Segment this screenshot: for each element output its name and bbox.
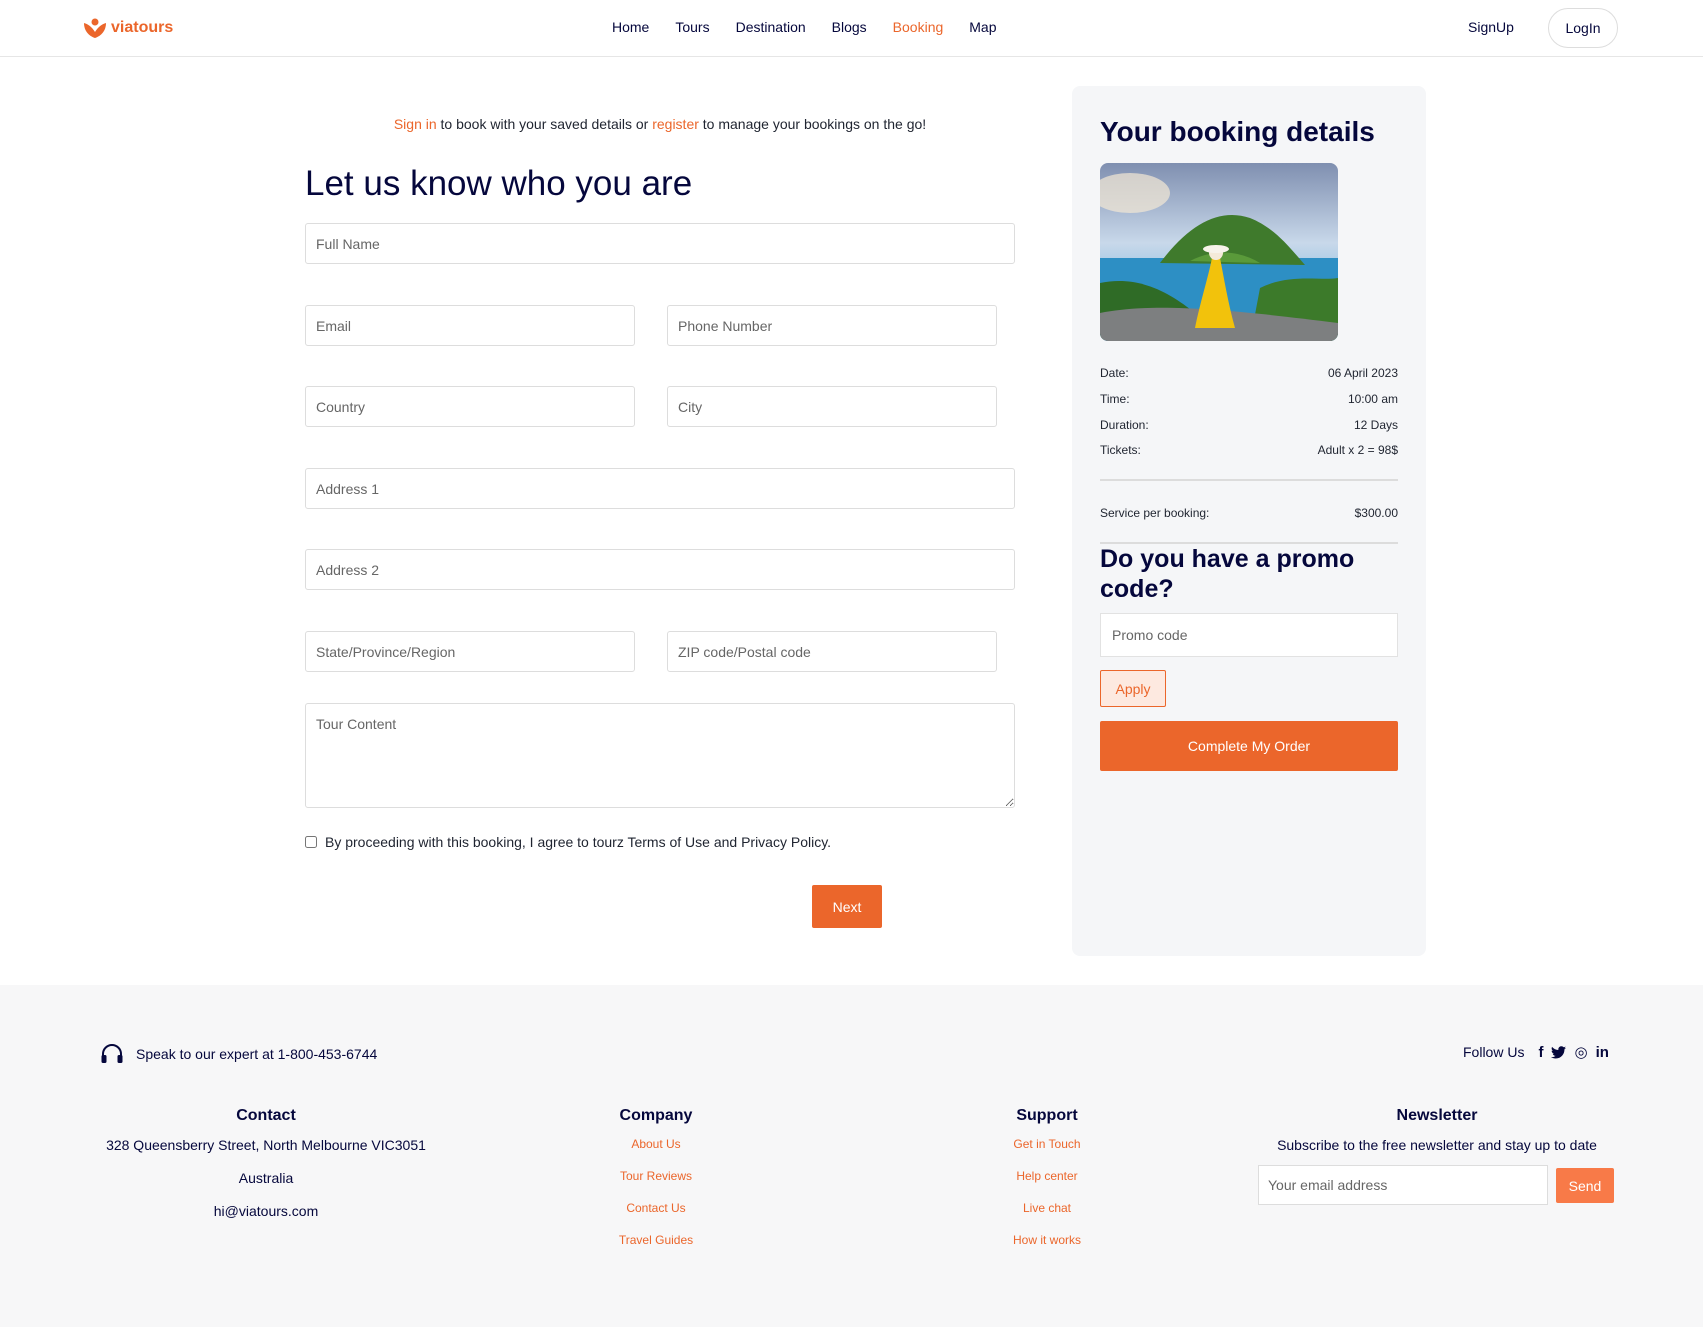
full-name-input[interactable] <box>305 223 1015 264</box>
next-button[interactable]: Next <box>812 885 882 928</box>
details-divider <box>1100 479 1398 481</box>
twitter-icon[interactable] <box>1551 1045 1567 1059</box>
contact-column: Contact 328 Queensberry Street, North Me… <box>100 1107 432 1236</box>
expert-contact: Speak to our expert at 1-800-453-6744 <box>100 1043 377 1065</box>
headphones-icon <box>101 1044 123 1063</box>
booking-details-title: Your booking details <box>1100 116 1375 147</box>
promo-code-input[interactable] <box>1100 613 1398 657</box>
service-row: Service per booking: $300.00 <box>1100 506 1398 520</box>
booking-details-panel: Your booking details Date: 06 April 2023… <box>1072 86 1426 956</box>
company-title: Company <box>619 1107 693 1124</box>
tour-image-graphic <box>1100 163 1338 341</box>
register-link[interactable]: register <box>652 116 699 132</box>
apply-button[interactable]: Apply <box>1100 670 1166 707</box>
newsletter-text: Subscribe to the free newsletter and sta… <box>1277 1137 1597 1153</box>
help-center-link[interactable]: Help center <box>947 1169 1147 1183</box>
detail-duration: Duration: 12 Days <box>1100 418 1398 432</box>
site-footer: Speak to our expert at 1-800-453-6744 Fo… <box>0 985 1703 1327</box>
detail-time-label: Time: <box>1100 392 1130 406</box>
address2-input[interactable] <box>305 549 1015 590</box>
detail-duration-label: Duration: <box>1100 418 1149 432</box>
support-column: Support Get in Touch Help center Live ch… <box>947 1107 1147 1265</box>
follow-us: Follow Us f ◎ in <box>1463 1043 1609 1062</box>
zip-input[interactable] <box>667 631 997 672</box>
address1-input[interactable] <box>305 468 1015 509</box>
expert-text: Speak to our expert at 1-800-453-6744 <box>136 1046 378 1062</box>
support-title: Support <box>1016 1107 1078 1124</box>
company-column: Company About Us Tour Reviews Contact Us… <box>556 1107 756 1265</box>
nav-map[interactable]: Map <box>969 19 996 35</box>
nav-blogs[interactable]: Blogs <box>832 19 867 35</box>
nav-booking[interactable]: Booking <box>893 19 944 35</box>
follow-label: Follow Us <box>1463 1044 1525 1060</box>
detail-tickets-label: Tickets: <box>1100 443 1141 457</box>
email-input[interactable] <box>305 305 635 346</box>
newsletter-title: Newsletter <box>1396 1107 1478 1124</box>
instagram-icon[interactable]: ◎ <box>1574 1043 1587 1061</box>
brand-logo[interactable]: viatours <box>83 17 173 39</box>
contact-email[interactable]: hi@viatours.com <box>100 1203 432 1219</box>
city-input[interactable] <box>667 386 997 427</box>
detail-time-value: 10:00 am <box>1347 392 1398 406</box>
newsletter-form: Send <box>1258 1165 1616 1205</box>
logo-icon <box>84 18 106 38</box>
nav-home[interactable]: Home <box>612 19 649 35</box>
detail-date-label: Date: <box>1100 366 1129 380</box>
form-title: Let us know who you are <box>305 164 693 203</box>
signup-link[interactable]: SignUp <box>1468 19 1514 35</box>
newsletter-send-button[interactable]: Send <box>1556 1168 1614 1203</box>
linkedin-icon[interactable]: in <box>1596 1044 1609 1061</box>
main-nav: Home Tours Destination Blogs Booking Map <box>612 19 1023 35</box>
tour-reviews-link[interactable]: Tour Reviews <box>556 1169 756 1183</box>
tour-image <box>1100 163 1338 341</box>
complete-order-button[interactable]: Complete My Order <box>1100 721 1398 771</box>
terms-checkbox[interactable] <box>305 836 317 848</box>
nav-tours[interactable]: Tours <box>675 19 709 35</box>
detail-tickets: Tickets: Adult x 2 = 98$ <box>1100 443 1398 457</box>
nav-destination[interactable]: Destination <box>736 19 806 35</box>
contact-country: Australia <box>238 1170 294 1186</box>
contact-us-link[interactable]: Contact Us <box>556 1201 756 1215</box>
site-header: viatours Home Tours Destination Blogs Bo… <box>0 0 1703 57</box>
detail-date: Date: 06 April 2023 <box>1100 366 1398 380</box>
service-value: $300.00 <box>1354 506 1398 520</box>
tour-content-textarea[interactable] <box>305 703 1015 808</box>
contact-address: 328 Queensberry Street, North Melbourne … <box>106 1137 426 1153</box>
detail-tickets-value: Adult x 2 = 98$ <box>1317 443 1398 457</box>
newsletter-email-input[interactable] <box>1258 1165 1548 1205</box>
how-it-works-link[interactable]: How it works <box>947 1233 1147 1247</box>
get-in-touch-link[interactable]: Get in Touch <box>947 1137 1147 1151</box>
signin-link[interactable]: Sign in <box>394 116 437 132</box>
terms-agreement: By proceeding with this booking, I agree… <box>305 834 831 850</box>
travel-guides-link[interactable]: Travel Guides <box>556 1233 756 1247</box>
social-links: f ◎ in <box>1538 1043 1609 1062</box>
detail-date-value: 06 April 2023 <box>1327 366 1398 380</box>
country-input[interactable] <box>305 386 635 427</box>
promo-title: Do you have a promo code? <box>1100 545 1355 603</box>
detail-duration-value: 12 Days <box>1353 418 1398 432</box>
signin-note-end: to manage your bookings on the go! <box>698 116 927 132</box>
contact-title: Contact <box>236 1107 296 1124</box>
terms-text: By proceeding with this booking, I agree… <box>325 834 832 850</box>
newsletter-column: Newsletter Subscribe to the free newslet… <box>1258 1107 1616 1205</box>
signin-note-mid: to book with your saved details or <box>436 116 653 132</box>
brand-name: viatours <box>111 19 174 36</box>
login-button[interactable]: LogIn <box>1548 8 1618 48</box>
phone-input[interactable] <box>667 305 997 346</box>
state-input[interactable] <box>305 631 635 672</box>
live-chat-link[interactable]: Live chat <box>947 1201 1147 1215</box>
facebook-icon[interactable]: f <box>1538 1044 1543 1061</box>
service-label: Service per booking: <box>1100 506 1210 520</box>
detail-time: Time: 10:00 am <box>1100 392 1398 406</box>
signin-note: Sign in to book with your saved details … <box>305 116 1015 132</box>
about-us-link[interactable]: About Us <box>556 1137 756 1151</box>
